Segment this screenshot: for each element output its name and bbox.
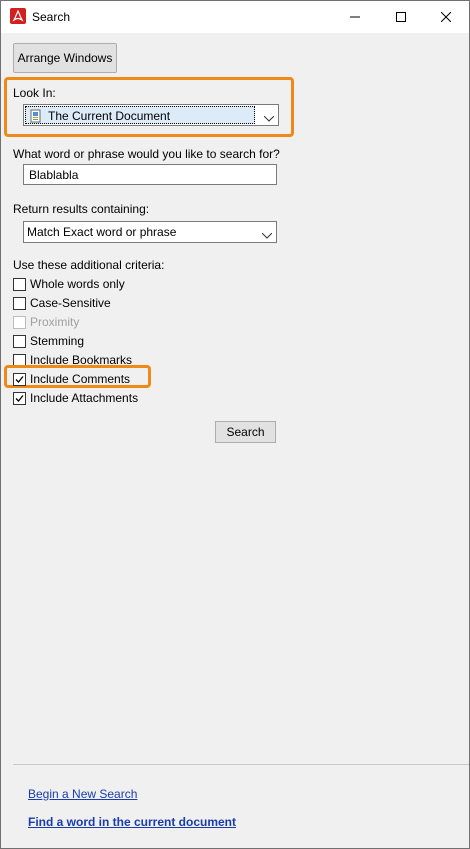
checkmark-icon <box>15 375 24 383</box>
checkbox-label: Include Attachments <box>30 391 139 405</box>
checkbox-label: Include Comments <box>30 372 131 386</box>
window-title: Search <box>32 10 71 24</box>
checkbox-whole-words[interactable]: Whole words only <box>13 275 125 293</box>
document-icon <box>29 109 43 126</box>
begin-new-search-link[interactable]: Begin a New Search <box>28 787 137 801</box>
maximize-button[interactable] <box>378 1 424 33</box>
criteria-label: Use these additional criteria: <box>13 258 165 272</box>
acrobat-icon <box>10 8 26 24</box>
checkmark-icon <box>15 394 24 402</box>
find-word-link[interactable]: Find a word in the current document <box>28 815 236 829</box>
look-in-dropdown[interactable]: The Current Document <box>23 104 279 126</box>
return-results-dropdown[interactable]: Match Exact word or phrase <box>23 221 277 243</box>
divider <box>13 764 469 765</box>
search-input[interactable] <box>23 164 277 185</box>
checkbox-box <box>13 315 26 329</box>
checkbox-label: Whole words only <box>30 277 125 291</box>
checkbox-box[interactable] <box>13 391 26 405</box>
checkbox-label: Proximity <box>30 315 80 329</box>
chevron-down-icon[interactable] <box>261 228 273 242</box>
checkbox-stemming[interactable]: Stemming <box>13 332 84 350</box>
search-query-label: What word or phrase would you like to se… <box>13 147 280 161</box>
search-window: Search Arrange Windows Look In: The Curr… <box>0 0 470 849</box>
look-in-selected: The Current Document <box>25 106 255 124</box>
return-results-value: Match Exact word or phrase <box>27 225 177 239</box>
look-in-value: The Current Document <box>48 109 171 123</box>
search-button[interactable]: Search <box>215 421 276 443</box>
checkbox-box[interactable] <box>13 372 26 386</box>
checkbox-label: Case-Sensitive <box>30 296 111 310</box>
checkbox-proximity: Proximity <box>13 313 79 331</box>
search-panel: Arrange Windows Look In: The Current Doc… <box>1 33 469 848</box>
checkbox-box[interactable] <box>13 296 26 310</box>
checkbox-case-sensitive[interactable]: Case-Sensitive <box>13 294 111 312</box>
checkbox-include-attachments[interactable]: Include Attachments <box>13 389 138 407</box>
chevron-down-icon[interactable] <box>263 111 275 125</box>
checkbox-include-comments[interactable]: Include Comments <box>13 370 130 388</box>
minimize-button[interactable] <box>332 1 378 33</box>
checkbox-label: Stemming <box>30 334 85 348</box>
return-results-label: Return results containing: <box>13 202 150 216</box>
title-bar[interactable]: Search <box>1 1 469 33</box>
close-button[interactable] <box>423 1 469 33</box>
arrange-windows-button[interactable]: Arrange Windows <box>13 43 117 73</box>
checkbox-box[interactable] <box>13 277 26 291</box>
checkbox-box[interactable] <box>13 334 26 348</box>
look-in-label: Look In: <box>13 86 56 100</box>
